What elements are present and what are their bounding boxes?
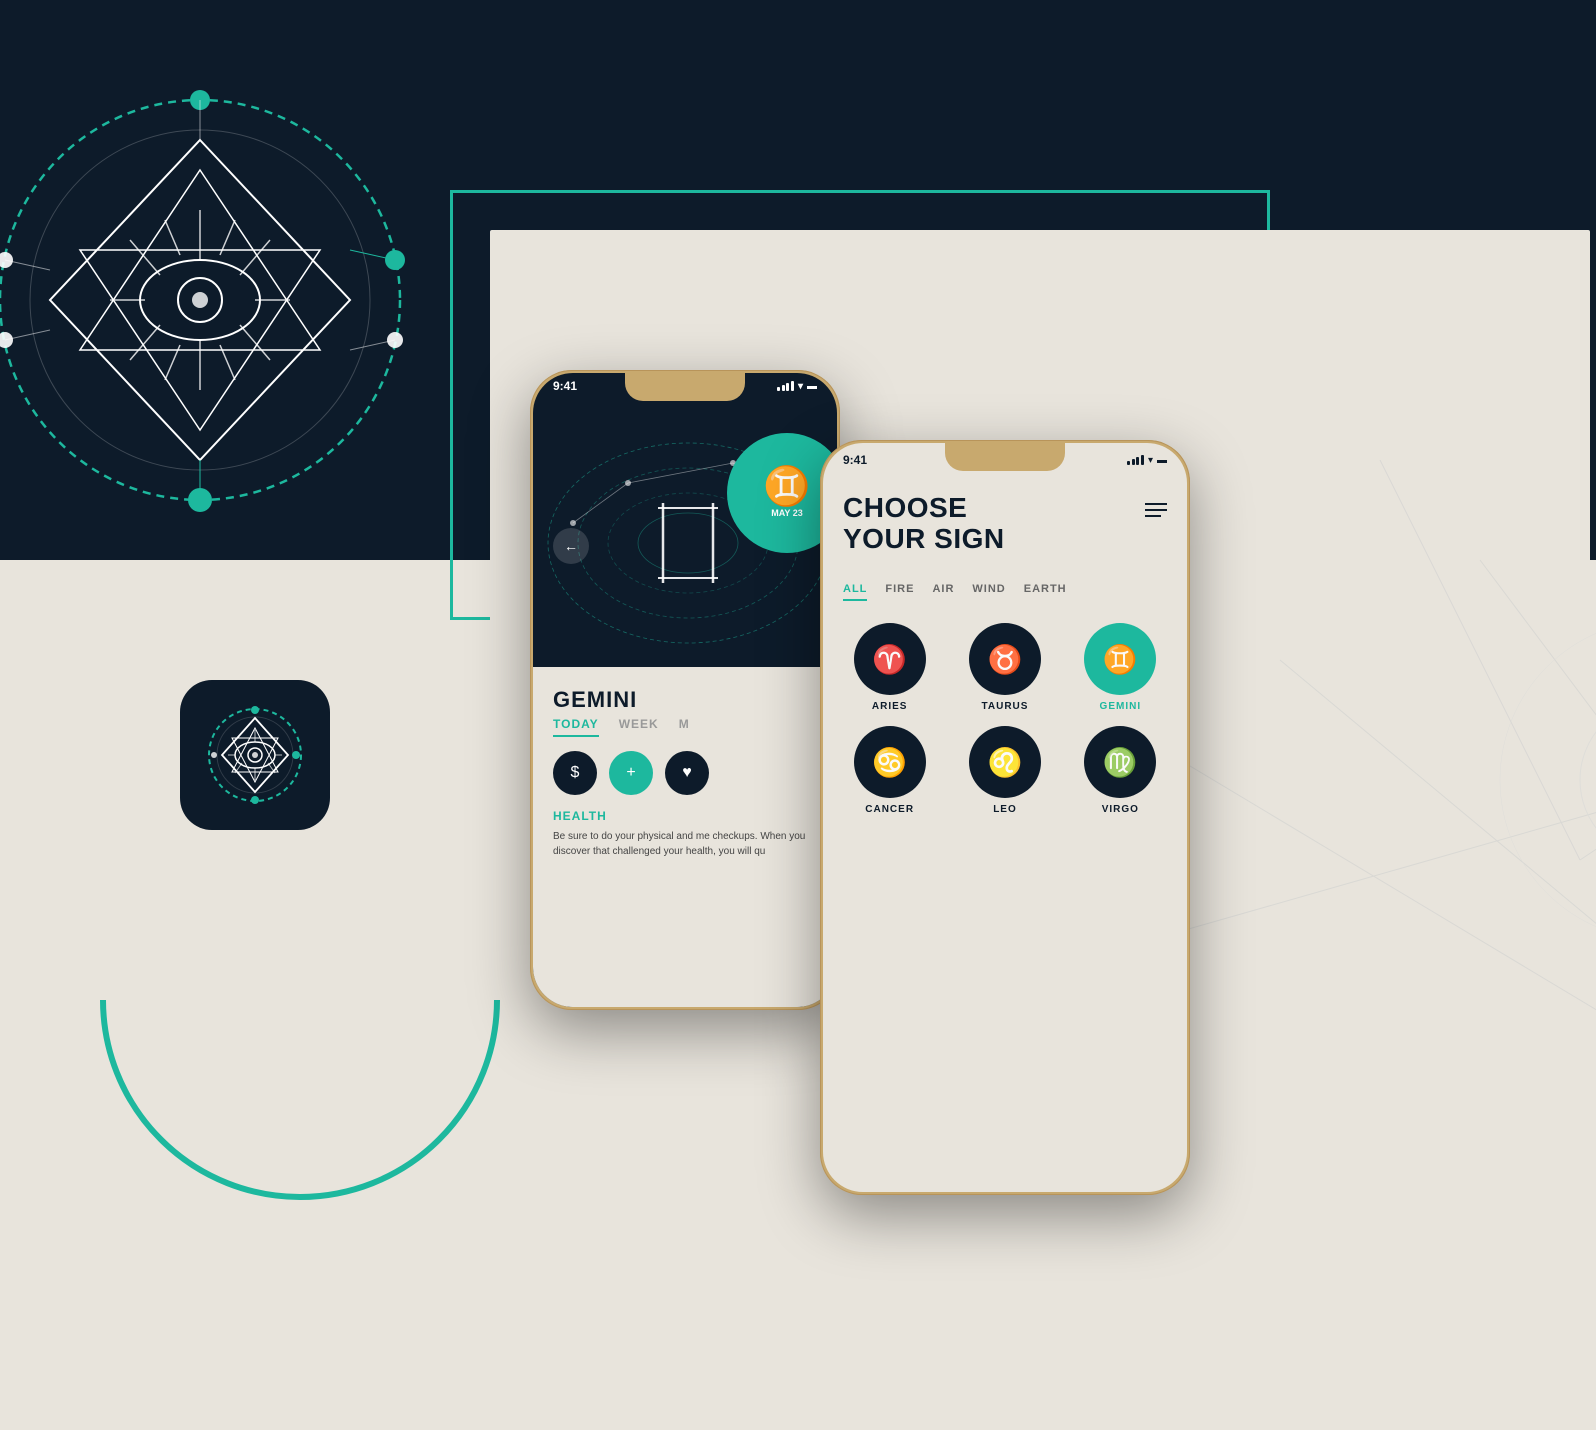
back-tabs: TODAY WEEK M <box>533 717 837 737</box>
front-status-time: 9:41 <box>843 453 867 467</box>
tab-week[interactable]: WEEK <box>619 717 659 737</box>
zodiac-item-aries[interactable]: ♈ ARIES <box>839 623 940 712</box>
battery-icon: ▬ <box>807 381 817 392</box>
filter-earth[interactable]: EARTH <box>1024 583 1067 601</box>
money-icon-btn[interactable]: $ <box>553 751 597 795</box>
zodiac-item-cancer[interactable]: ♋ CANCER <box>839 726 940 815</box>
love-icon-btn[interactable]: ♥ <box>665 751 709 795</box>
filter-fire[interactable]: FIRE <box>885 583 914 601</box>
leo-circle: ♌ <box>969 726 1041 798</box>
aries-label: ARIES <box>872 701 908 712</box>
tab-month[interactable]: M <box>679 717 690 737</box>
app-icon-graphic <box>200 700 310 810</box>
front-status-bar: 9:41 ▾ ▬ <box>843 453 1167 467</box>
body-text: Be sure to do your physical and me check… <box>533 829 837 859</box>
filter-wind[interactable]: WIND <box>972 583 1005 601</box>
front-wifi-icon: ▾ <box>1148 455 1153 466</box>
aries-circle: ♈ <box>854 623 926 695</box>
zodiac-item-leo[interactable]: ♌ LEO <box>954 726 1055 815</box>
leo-label: LEO <box>993 804 1017 815</box>
taurus-circle: ♉ <box>969 623 1041 695</box>
front-phone-screen: 9:41 ▾ ▬ CHOOSE YOUR SIGN <box>823 443 1187 1192</box>
health-icon-btn[interactable]: + <box>609 751 653 795</box>
taurus-label: TAURUS <box>982 701 1029 712</box>
zodiac-item-virgo[interactable]: ♍ VIRGO <box>1070 726 1171 815</box>
filter-tabs: ALL FIRE AIR WIND EARTH <box>843 583 1167 601</box>
title-line1: CHOOSE <box>843 493 1005 524</box>
back-status-icons: ▾ ▬ <box>777 381 817 392</box>
back-phone: 9:41 ▾ ▬ <box>530 370 840 1010</box>
gemini-title: GEMINI <box>533 667 837 717</box>
gemini-symbol: ♊ <box>763 468 810 506</box>
hamburger-menu-icon[interactable] <box>1145 499 1167 521</box>
back-phone-screen: 9:41 ▾ ▬ <box>533 373 837 1007</box>
zodiac-item-taurus[interactable]: ♉ TAURUS <box>954 623 1055 712</box>
back-status-bar: 9:41 ▾ ▬ <box>553 379 817 393</box>
title-line2: YOUR SIGN <box>843 524 1005 555</box>
gemini-circle: ♊ <box>1084 623 1156 695</box>
teal-arc-decoration <box>100 1000 500 1200</box>
filter-air[interactable]: AIR <box>932 583 954 601</box>
back-arrow-icon: ← <box>564 538 578 554</box>
back-status-time: 9:41 <box>553 379 577 393</box>
front-battery-icon: ▬ <box>1157 455 1167 466</box>
front-status-icons: ▾ ▬ <box>1127 455 1167 466</box>
section-title: HEALTH <box>533 809 837 829</box>
app-icon[interactable] <box>180 680 330 830</box>
virgo-label: VIRGO <box>1102 804 1139 815</box>
back-button[interactable]: ← <box>553 528 589 564</box>
front-signal-icon <box>1127 455 1144 465</box>
front-phone-frame: 9:41 ▾ ▬ CHOOSE YOUR SIGN <box>820 440 1190 1195</box>
back-light-section: GEMINI TODAY WEEK M $ + ♥ HEALTH Be sure… <box>533 667 837 1007</box>
wifi-icon: ▾ <box>798 381 803 392</box>
zodiac-grid: ♈ ARIES ♉ TAURUS ♊ GEMINI ♋ CANCER ♌ <box>839 623 1171 815</box>
back-phone-frame: 9:41 ▾ ▬ <box>530 370 840 1010</box>
filter-all[interactable]: ALL <box>843 583 867 601</box>
front-header: CHOOSE YOUR SIGN <box>843 493 1167 555</box>
signal-icon <box>777 381 794 391</box>
gemini-date: MAY 23 <box>771 508 803 518</box>
front-title: CHOOSE YOUR SIGN <box>843 493 1005 555</box>
category-icons: $ + ♥ <box>533 751 837 795</box>
virgo-circle: ♍ <box>1084 726 1156 798</box>
cancer-circle: ♋ <box>854 726 926 798</box>
tab-today[interactable]: TODAY <box>553 717 599 737</box>
zodiac-item-gemini[interactable]: ♊ GEMINI <box>1070 623 1171 712</box>
gemini-label: GEMINI <box>1100 701 1142 712</box>
hero-eye-symbol <box>0 10 470 590</box>
cancer-label: CANCER <box>865 804 914 815</box>
front-phone: 9:41 ▾ ▬ CHOOSE YOUR SIGN <box>820 440 1190 1195</box>
